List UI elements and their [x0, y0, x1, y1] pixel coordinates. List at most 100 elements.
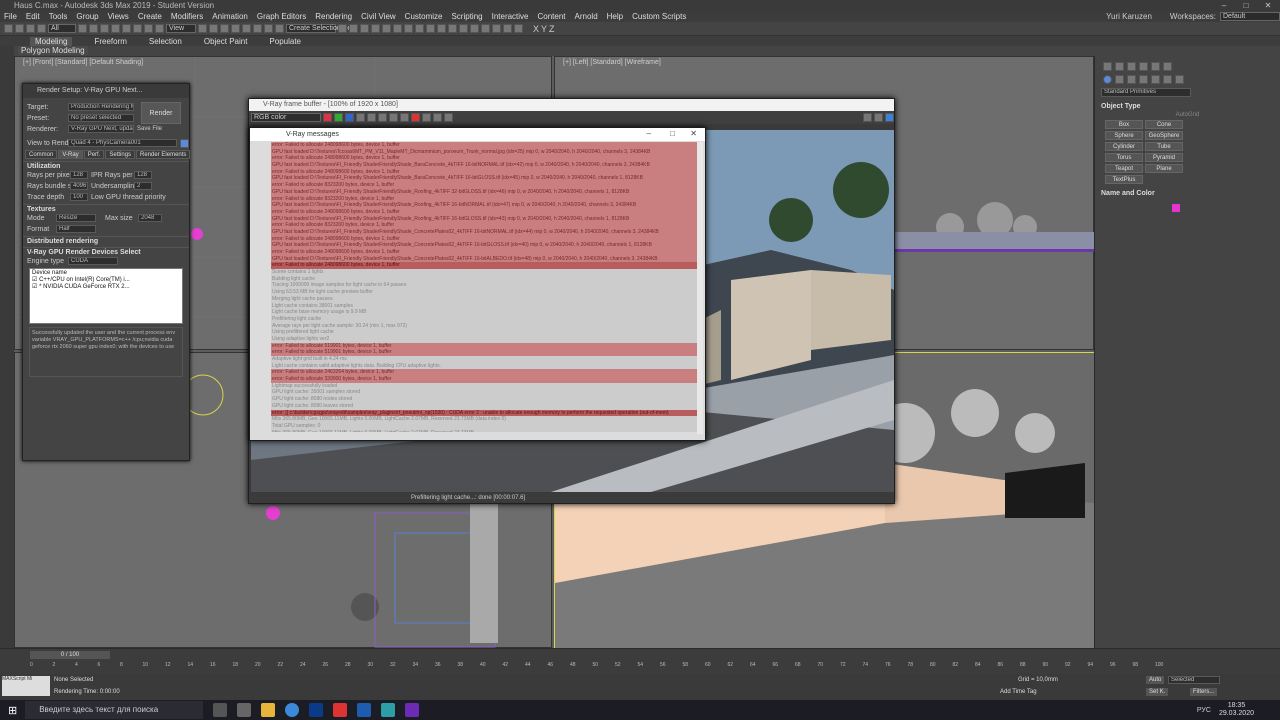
primitive-button[interactable]: TextPlus: [1105, 175, 1143, 184]
render-setup-tab[interactable]: Common: [25, 150, 58, 159]
toggle-scene-explorer-icon[interactable]: [360, 24, 369, 33]
task-view-icon[interactable]: [213, 703, 228, 717]
device-cpu[interactable]: ☑ C++/CPU on Intel(R) Core(TM) i...: [32, 276, 180, 283]
message-list[interactable]: error: Failed to allocate 248098600 byte…: [271, 142, 697, 432]
render-setup-icon[interactable]: [426, 24, 435, 33]
close-icon[interactable]: ✕: [1258, 0, 1278, 11]
acrobat-icon[interactable]: [333, 703, 348, 717]
curve-editor-icon[interactable]: [393, 24, 402, 33]
msg-minimize-icon[interactable]: –: [647, 129, 651, 138]
menu-item[interactable]: Interactive: [492, 12, 529, 21]
photoshop-icon[interactable]: [309, 703, 324, 717]
view-select[interactable]: Quad 4 - PhysCamera001: [68, 139, 178, 147]
vfb-settings-icon[interactable]: [885, 113, 894, 122]
lock-icon[interactable]: [180, 138, 189, 148]
menu-item[interactable]: Help: [607, 12, 623, 21]
calculator-icon[interactable]: [237, 703, 252, 717]
revit-icon[interactable]: [357, 703, 372, 717]
spinner-snap-icon[interactable]: [264, 24, 273, 33]
ribbon-tab[interactable]: Modeling: [30, 36, 73, 46]
menu-item[interactable]: File: [4, 12, 17, 21]
region-render-icon[interactable]: [422, 113, 431, 122]
track-mouse-icon[interactable]: [433, 113, 442, 122]
add-time-tag[interactable]: Add Time Tag: [1000, 689, 1037, 695]
render-iterative-icon[interactable]: [459, 24, 468, 33]
primitive-button[interactable]: Tube: [1145, 142, 1183, 151]
menu-item[interactable]: Create: [138, 12, 162, 21]
material-editor-icon[interactable]: [415, 24, 424, 33]
primitive-button[interactable]: Pyramid: [1145, 153, 1183, 162]
schematic-view-icon[interactable]: [404, 24, 413, 33]
utilities-tab-icon[interactable]: [1163, 62, 1172, 71]
msg-close-icon[interactable]: ✕: [690, 129, 697, 138]
angle-snap-icon[interactable]: [242, 24, 251, 33]
rotate-icon[interactable]: [133, 24, 142, 33]
mirror-icon[interactable]: [338, 24, 347, 33]
maximize-icon[interactable]: □: [1236, 0, 1256, 11]
primitive-button[interactable]: Box: [1105, 120, 1143, 129]
chrome-icon[interactable]: [285, 703, 300, 717]
lens-effects-icon[interactable]: [444, 113, 453, 122]
menu-item[interactable]: Tools: [49, 12, 68, 21]
textures-section[interactable]: Textures: [23, 204, 189, 213]
copy-icon[interactable]: [400, 113, 409, 122]
motion-tab-icon[interactable]: [1139, 62, 1148, 71]
distributed-section[interactable]: Distributed rendering: [23, 236, 189, 245]
render-setup-tab[interactable]: Perf.: [83, 150, 105, 159]
save-image-icon[interactable]: [378, 113, 387, 122]
axis-z-icon[interactable]: Z: [549, 24, 555, 34]
under-field[interactable]: 2: [134, 182, 152, 190]
mono-icon[interactable]: [367, 113, 376, 122]
ipr-field[interactable]: 128: [134, 171, 152, 179]
named-selection-sets[interactable]: Create Selection Set: [286, 24, 353, 33]
window-crossing-icon[interactable]: [111, 24, 120, 33]
render-frame-icon[interactable]: [437, 24, 446, 33]
shapes-icon[interactable]: [1115, 75, 1124, 84]
primitive-button[interactable]: Torus: [1105, 153, 1143, 162]
selection-filter[interactable]: All: [48, 24, 76, 33]
menu-item[interactable]: Graph Editors: [257, 12, 306, 21]
primitive-button[interactable]: Sphere: [1105, 131, 1143, 140]
render-setup-tab[interactable]: Render Elements: [136, 150, 191, 159]
menu-item[interactable]: Scripting: [451, 12, 482, 21]
pivot-icon[interactable]: [198, 24, 207, 33]
placement-icon[interactable]: [155, 24, 164, 33]
preset-select[interactable]: No preset selected: [68, 114, 134, 122]
primitive-type-select[interactable]: Standard Primitives: [1101, 88, 1191, 97]
windows-start-icon[interactable]: ⊞: [8, 704, 17, 717]
ribbon-tab[interactable]: Object Paint: [204, 37, 248, 46]
select-by-name-icon[interactable]: [89, 24, 98, 33]
mode-select[interactable]: Resize: [56, 214, 96, 222]
menu-item[interactable]: Custom Scripts: [632, 12, 686, 21]
reference-coord[interactable]: View: [166, 24, 196, 33]
rect-select-icon[interactable]: [100, 24, 109, 33]
vray-sun-icon[interactable]: [503, 24, 512, 33]
ribbon-tab[interactable]: Populate: [269, 37, 301, 46]
primitive-button[interactable]: Cone: [1145, 120, 1183, 129]
lights-icon[interactable]: [1127, 75, 1136, 84]
vray-dome-icon[interactable]: [514, 24, 523, 33]
render-setup-tab[interactable]: Settings: [105, 150, 136, 159]
trace-field[interactable]: 100: [70, 193, 88, 201]
vray-vfb-icon[interactable]: [481, 24, 490, 33]
display-tab-icon[interactable]: [1151, 62, 1160, 71]
ribbon-polygon-modeling[interactable]: Polygon Modeling: [18, 46, 88, 55]
menu-item[interactable]: Customize: [405, 12, 443, 21]
create-tab-icon[interactable]: [1103, 62, 1112, 71]
renderer-select[interactable]: V-Ray GPU Next, update: [68, 125, 134, 133]
ribbon-tab[interactable]: Selection: [149, 37, 182, 46]
menu-item[interactable]: Group: [76, 12, 98, 21]
primitive-button[interactable]: Cylinder: [1105, 142, 1143, 151]
name-color-label[interactable]: Name and Color: [1101, 190, 1155, 197]
geometry-icon[interactable]: [1103, 75, 1112, 84]
menu-item[interactable]: Animation: [212, 12, 248, 21]
render-setup-tab[interactable]: V-Ray: [58, 150, 83, 159]
menu-item[interactable]: Rendering: [315, 12, 352, 21]
msg-scrollbar[interactable]: [697, 142, 703, 434]
undo-icon[interactable]: [4, 24, 13, 33]
object-type-header[interactable]: Object Type: [1095, 99, 1280, 110]
menu-item[interactable]: Modifiers: [171, 12, 203, 21]
primitive-button[interactable]: Plane: [1145, 164, 1183, 173]
link-icon[interactable]: [26, 24, 35, 33]
hierarchy-tab-icon[interactable]: [1127, 62, 1136, 71]
